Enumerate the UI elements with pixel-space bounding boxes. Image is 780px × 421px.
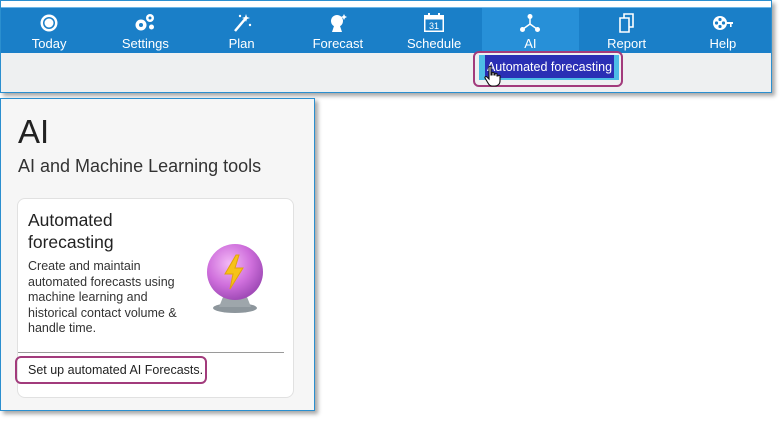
hand-pointer-icon (484, 65, 501, 87)
automated-forecasting-card: Automated forecasting Create and maintai… (15, 198, 294, 398)
nav-item-label: Help (709, 36, 737, 51)
nav-window: Today Settings Plan Forecast 31 Schedule… (0, 0, 772, 93)
nav-item-report[interactable]: Report (579, 8, 675, 54)
card-description: Create and maintain automated forecasts … (28, 259, 177, 335)
documents-icon (618, 13, 634, 33)
film-reel-key-icon (712, 16, 733, 30)
crystal-ball-icon (207, 244, 263, 313)
nav-item-settings[interactable]: Settings (97, 8, 193, 54)
card-divider (18, 352, 284, 353)
page-title: AI (18, 113, 50, 150)
nav-item-label: Plan (228, 36, 255, 51)
submenu-bar (1, 53, 771, 92)
nav-item-schedule[interactable]: 31 Schedule (386, 8, 482, 54)
sun-icon (40, 14, 58, 32)
nav-item-today[interactable]: Today (1, 8, 97, 54)
nav-item-label: Schedule (407, 36, 462, 51)
ai-page-panel: AI AI and Machine Learning tools Automat… (0, 98, 315, 411)
nav-item-ai[interactable]: AI (482, 8, 579, 54)
nav-item-label: Settings (121, 36, 169, 51)
nav-item-help[interactable]: Help (675, 8, 771, 54)
nav-item-plan[interactable]: Plan (194, 8, 290, 54)
main-nav-bar: Today Settings Plan Forecast 31 Schedule… (1, 7, 771, 54)
nav-item-label: Today (31, 36, 67, 51)
gears-icon (135, 14, 155, 31)
calendar-icon: 31 (424, 13, 445, 32)
setup-ai-forecasts-link[interactable]: Set up automated AI Forecasts. (28, 363, 203, 377)
nav-item-label: Report (607, 36, 647, 51)
nav-item-label: Forecast (312, 36, 364, 51)
nav-item-forecast[interactable]: Forecast (290, 8, 386, 54)
card-title: Automated forecasting (28, 210, 114, 252)
calendar-day: 31 (429, 21, 439, 31)
magic-wand-icon (233, 14, 251, 32)
network-nodes-icon (520, 14, 541, 32)
nav-item-label: AI (524, 36, 537, 51)
fortune-teller-icon (330, 14, 347, 32)
page-subtitle: AI and Machine Learning tools (18, 156, 262, 176)
